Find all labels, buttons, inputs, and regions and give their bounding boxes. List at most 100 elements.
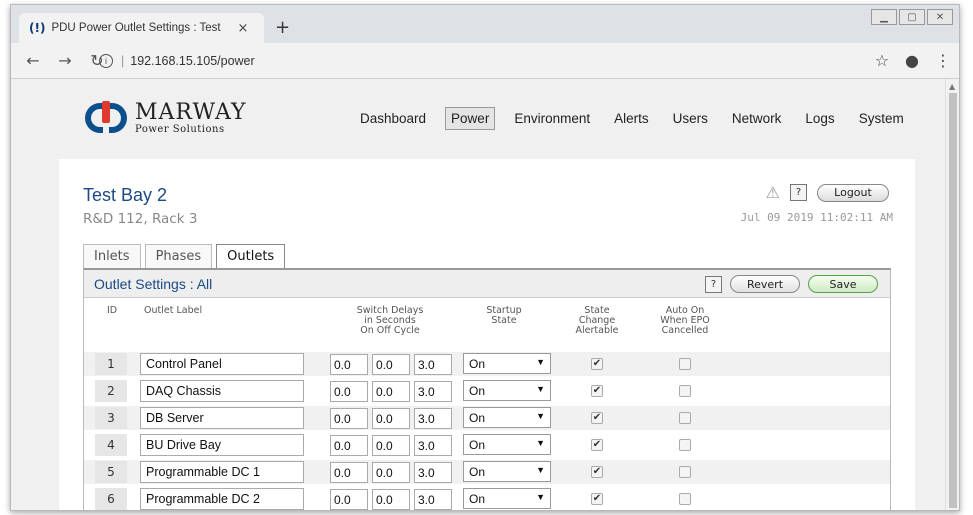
col-auto-on: Auto On When EPO Cancelled	[654, 306, 716, 336]
marway-logo[interactable]: MARWAY Power Solutions	[83, 101, 247, 135]
close-tab-icon[interactable]: ×	[237, 21, 248, 36]
logout-button[interactable]: Logout	[817, 183, 889, 202]
menu-dots-icon[interactable]: ⋮	[935, 51, 951, 70]
delay-off-input[interactable]: 0.0	[372, 354, 410, 375]
alertable-checkbox[interactable]: ✔	[591, 358, 603, 370]
startup-state-select[interactable]: On ▼	[463, 380, 551, 401]
startup-state-select[interactable]: On ▼	[463, 407, 551, 428]
delay-off-input[interactable]: 0.0	[372, 381, 410, 402]
delay-cycle-input[interactable]: 3.0	[414, 381, 452, 402]
startup-state-select[interactable]: On ▼	[463, 488, 551, 509]
bookmark-star-icon[interactable]: ☆	[875, 51, 889, 70]
auto-on-checkbox[interactable]	[679, 439, 691, 451]
delay-off-input[interactable]: 0.0	[372, 489, 410, 510]
site-info-icon[interactable]: i	[99, 54, 113, 68]
minimize-icon[interactable]: ▁	[871, 9, 897, 25]
nav-environment[interactable]: Environment	[509, 108, 595, 129]
settings-help-button[interactable]: ?	[705, 275, 722, 293]
outlet-id: 5	[95, 461, 127, 483]
table-row: 4 BU Drive Bay 0.0 0.0 3.0 On ▼ ✔	[84, 433, 890, 457]
auto-on-checkbox[interactable]	[679, 493, 691, 505]
tab-title: PDU Power Outlet Settings : Test	[51, 22, 221, 34]
col-delay-on: On	[360, 325, 374, 336]
delay-off-input[interactable]: 0.0	[372, 435, 410, 456]
dropdown-arrow-icon: ▼	[536, 357, 545, 367]
outlet-settings-title: Outlet Settings : All	[94, 275, 213, 292]
delay-off-input[interactable]: 0.0	[372, 408, 410, 429]
section-tabs: Inlets Phases Outlets	[83, 244, 289, 268]
delay-on-input[interactable]: 0.0	[330, 435, 368, 456]
delay-cycle-input[interactable]: 3.0	[414, 354, 452, 375]
auto-on-checkbox[interactable]	[679, 385, 691, 397]
col-id: ID	[106, 305, 118, 316]
auto-on-checkbox[interactable]	[679, 358, 691, 370]
startup-state-select[interactable]: On ▼	[463, 461, 551, 482]
profile-icon[interactable]: ●	[905, 51, 919, 70]
delay-on-input[interactable]: 0.0	[330, 381, 368, 402]
delay-on-input[interactable]: 0.0	[330, 354, 368, 375]
browser-tab[interactable]: (!) PDU Power Outlet Settings : Test ×	[19, 13, 264, 43]
nav-network[interactable]: Network	[727, 108, 787, 129]
forward-arrow-icon[interactable]: →	[55, 51, 75, 70]
page-scrollbar[interactable]: ▲	[945, 79, 959, 510]
col-auto-line3: Cancelled	[661, 325, 709, 336]
brand-name: MARWAY	[135, 99, 247, 125]
delay-cycle-input[interactable]: 3.0	[414, 435, 452, 456]
back-arrow-icon[interactable]: ←	[23, 51, 43, 70]
auto-on-checkbox[interactable]	[679, 412, 691, 424]
browser-window: (!) PDU Power Outlet Settings : Test × +…	[10, 4, 960, 511]
outlet-settings-box: Outlet Settings : All ? Revert Save ID O…	[83, 268, 891, 510]
nav-logs[interactable]: Logs	[800, 108, 839, 129]
outlet-label-input[interactable]: DB Server	[140, 407, 304, 429]
outlet-label-input[interactable]: Programmable DC 2	[140, 488, 304, 510]
tab-phases[interactable]: Phases	[144, 244, 213, 268]
scrollbar-thumb[interactable]	[949, 93, 957, 508]
maximize-icon[interactable]: ▢	[899, 9, 925, 25]
delay-on-input[interactable]: 0.0	[330, 462, 368, 483]
outlet-label-input[interactable]: Control Panel	[140, 353, 304, 375]
delay-cycle-input[interactable]: 3.0	[414, 408, 452, 429]
power-logo-icon	[83, 101, 129, 135]
alertable-checkbox[interactable]: ✔	[591, 385, 603, 397]
delay-on-input[interactable]: 0.0	[330, 408, 368, 429]
col-outlet-label: Outlet Label	[144, 305, 203, 316]
delay-on-input[interactable]: 0.0	[330, 489, 368, 510]
outlet-label-input[interactable]: Programmable DC 1	[140, 461, 304, 483]
nav-alerts[interactable]: Alerts	[609, 108, 654, 129]
outlet-label-input[interactable]: DAQ Chassis	[140, 380, 304, 402]
delay-cycle-input[interactable]: 3.0	[414, 462, 452, 483]
brand-subtitle: Power Solutions	[135, 123, 225, 135]
auto-on-checkbox[interactable]	[679, 466, 691, 478]
site-name: Test Bay 2	[83, 185, 168, 205]
timestamp: Jul 09 2019 11:02:11 AM	[740, 211, 893, 224]
dropdown-arrow-icon: ▼	[536, 492, 545, 502]
startup-state-select[interactable]: On ▼	[463, 434, 551, 455]
outlet-label-input[interactable]: BU Drive Bay	[140, 434, 304, 456]
alertable-checkbox[interactable]: ✔	[591, 412, 603, 424]
nav-dashboard[interactable]: Dashboard	[355, 108, 431, 129]
tab-inlets[interactable]: Inlets	[83, 244, 141, 268]
startup-state-select[interactable]: On ▼	[463, 353, 551, 374]
nav-system[interactable]: System	[854, 108, 909, 129]
close-window-icon[interactable]: ✕	[927, 9, 953, 25]
revert-button[interactable]: Revert	[730, 275, 800, 293]
delay-cycle-input[interactable]: 3.0	[414, 489, 452, 510]
outlet-settings-header: Outlet Settings : All ? Revert Save	[84, 270, 890, 298]
delay-off-input[interactable]: 0.0	[372, 462, 410, 483]
warning-icon[interactable]: ⚠	[766, 183, 780, 202]
col-switch-delays: Switch Delays in Seconds On Off Cycle	[328, 306, 452, 336]
header-actions: ⚠ ? Logout	[766, 183, 889, 202]
alertable-checkbox[interactable]: ✔	[591, 439, 603, 451]
alertable-checkbox[interactable]: ✔	[591, 493, 603, 505]
address-bar[interactable]: i | 192.168.15.105/power	[99, 49, 869, 73]
save-button[interactable]: Save	[808, 275, 878, 293]
nav-users[interactable]: Users	[668, 108, 713, 129]
help-button[interactable]: ?	[790, 184, 807, 201]
url-text[interactable]: 192.168.15.105/power	[130, 54, 254, 68]
scroll-up-arrow-icon[interactable]: ▲	[949, 82, 955, 91]
tab-outlets[interactable]: Outlets	[216, 244, 286, 268]
nav-power[interactable]: Power	[445, 107, 496, 130]
new-tab-button[interactable]: +	[275, 17, 290, 38]
outlet-id: 4	[95, 434, 127, 456]
alertable-checkbox[interactable]: ✔	[591, 466, 603, 478]
